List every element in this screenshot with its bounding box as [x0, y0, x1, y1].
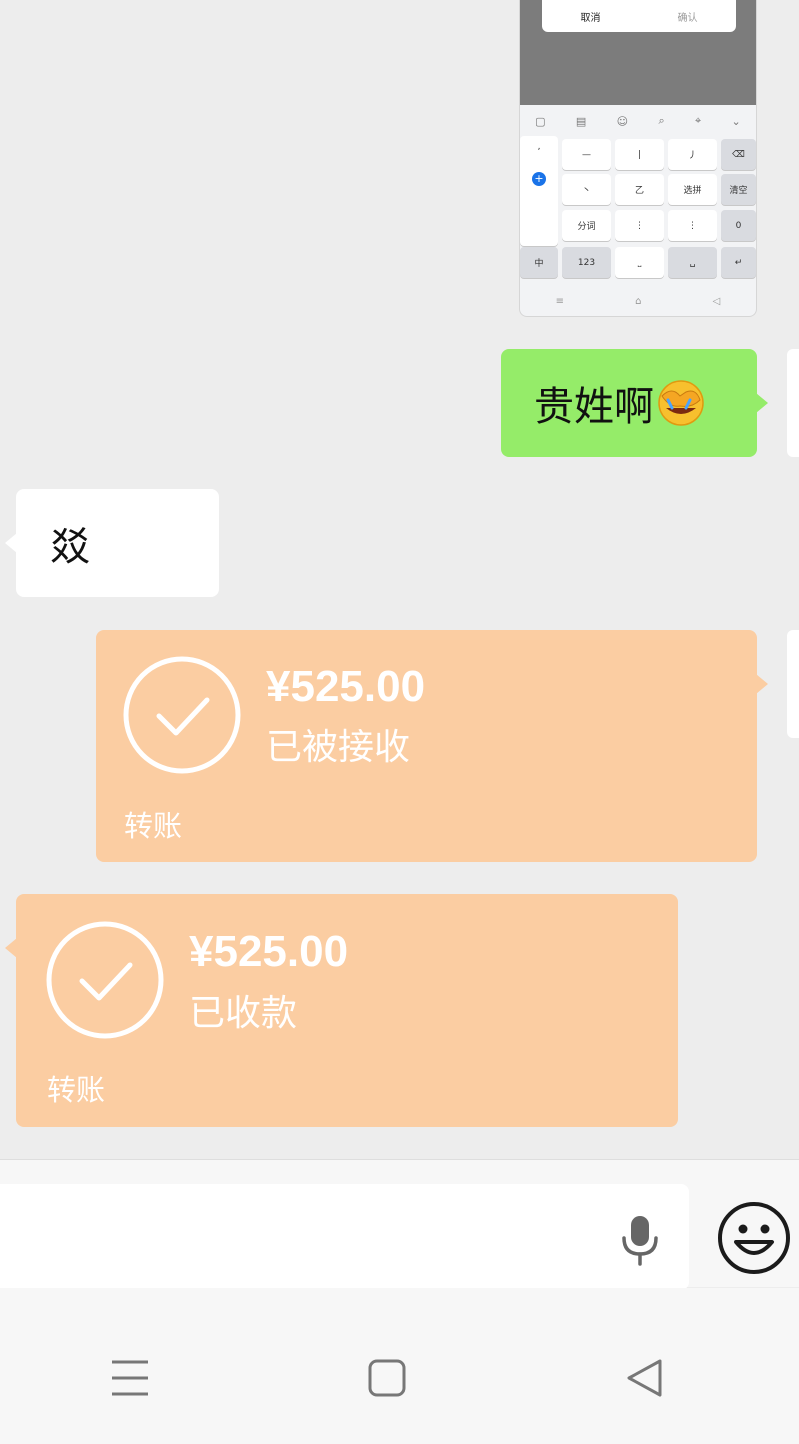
search-icon: ⌕: [658, 114, 665, 127]
image-dialog-confirm: 确认: [677, 12, 698, 24]
sticker-icon: ☺: [616, 114, 629, 128]
backspace-icon: ⌫: [721, 139, 756, 170]
sent-text-bubble[interactable]: 贵姓啊: [501, 349, 768, 457]
enter-icon: ↵: [721, 247, 756, 278]
my-avatar[interactable]: [787, 630, 799, 738]
image-dialog: 取消 确认: [542, 0, 736, 32]
image-key-lang: 中: [520, 247, 558, 278]
transfer-card-received[interactable]: ¥525.00 已收款 转账: [5, 894, 678, 1127]
plus-icon: +: [532, 172, 546, 186]
image-key-space: ⎵: [615, 247, 664, 278]
image-key: |: [615, 139, 664, 170]
clipboard-icon: ▤: [575, 114, 587, 128]
check-circle-icon: [123, 656, 241, 774]
image-keyboard-toolbar: ▢ ▤ ☺ ⌕ ⌖ ⌄: [520, 106, 756, 136]
image-key: ⋮: [668, 210, 717, 241]
image-key-zero: 0: [721, 210, 756, 241]
received-text-bubble[interactable]: 㸚: [5, 489, 219, 597]
sent-text: 贵姓啊: [534, 384, 654, 430]
image-key: 丿: [668, 139, 717, 170]
image-dialog-cancel: 取消: [580, 12, 601, 24]
transfer-status: 已收款: [189, 993, 298, 1034]
my-avatar[interactable]: [787, 349, 799, 457]
system-navigation-bar: [0, 1288, 799, 1444]
transfer-kind-label: 转账: [47, 1073, 106, 1107]
image-key-space-alt: ␣: [668, 247, 717, 278]
back-icon[interactable]: [624, 1358, 666, 1398]
image-key-clear: 清空: [721, 174, 756, 205]
check-circle-icon: [46, 921, 164, 1039]
image-message[interactable]: 取消 确认 ▢ ▤ ☺ ⌕ ⌖ ⌄ , + — | 丿 ⌫ 丶 乙 选拼 清空 …: [519, 0, 757, 317]
image-key: 丶: [562, 174, 611, 205]
received-text: 㸚: [50, 524, 90, 570]
menu-icon[interactable]: [110, 1358, 150, 1398]
transfer-kind-label: 转账: [124, 809, 183, 843]
message-input[interactable]: [0, 1184, 689, 1290]
transfer-amount: ¥525.00: [266, 662, 426, 711]
transfer-status: 已被接收: [266, 727, 411, 768]
emoji-button-icon[interactable]: [716, 1200, 792, 1276]
image-keyboard: , + — | 丿 ⌫ 丶 乙 选拼 清空 分词 ⋮ ⋮ 0 中 123 ⎵ ␣…: [520, 136, 756, 286]
menu-icon: ≡: [555, 295, 564, 307]
image-key: —: [562, 139, 611, 170]
chat-input-bar: [0, 1159, 799, 1290]
image-key-fuzzy: 选拼: [668, 174, 717, 205]
facepalm-laugh-emoji-icon: [658, 380, 704, 426]
microphone-icon[interactable]: [620, 1214, 660, 1266]
back-icon: ◁: [712, 295, 721, 307]
image-system-nav: ≡ ⌂ ◁: [520, 286, 756, 316]
image-key-num: 123: [562, 247, 611, 278]
image-key-punct: ,: [520, 136, 558, 246]
transfer-card-sent[interactable]: ¥525.00 已被接收 转账: [96, 630, 768, 862]
chevron-down-icon: ⌄: [731, 114, 741, 128]
image-key-segment: 分词: [562, 210, 611, 241]
home-icon[interactable]: [367, 1358, 407, 1398]
cursor-icon: ⌖: [695, 114, 702, 127]
image-key: 乙: [615, 174, 664, 205]
transfer-amount: ¥525.00: [189, 927, 349, 976]
toolbox-icon: ▢: [535, 114, 546, 128]
image-key: ⋮: [615, 210, 664, 241]
home-icon: ⌂: [635, 295, 642, 307]
